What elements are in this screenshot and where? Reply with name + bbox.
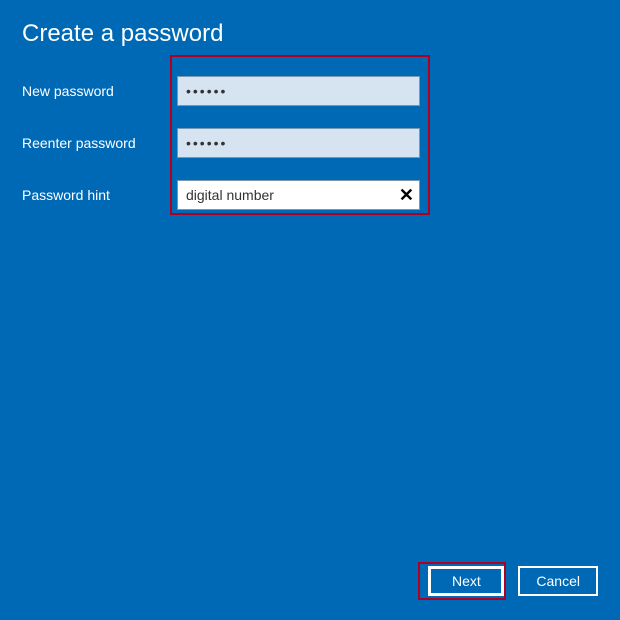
new-password-input[interactable]	[177, 76, 420, 106]
reenter-password-input[interactable]	[177, 128, 420, 158]
page-title: Create a password	[22, 20, 598, 48]
next-button[interactable]: Next	[428, 566, 504, 596]
new-password-label: New password	[22, 83, 177, 99]
password-hint-input[interactable]	[177, 180, 420, 210]
cancel-button[interactable]: Cancel	[518, 566, 598, 596]
clear-icon[interactable]: ✕	[399, 186, 414, 204]
reenter-password-label: Reenter password	[22, 135, 177, 151]
password-hint-label: Password hint	[22, 187, 177, 203]
